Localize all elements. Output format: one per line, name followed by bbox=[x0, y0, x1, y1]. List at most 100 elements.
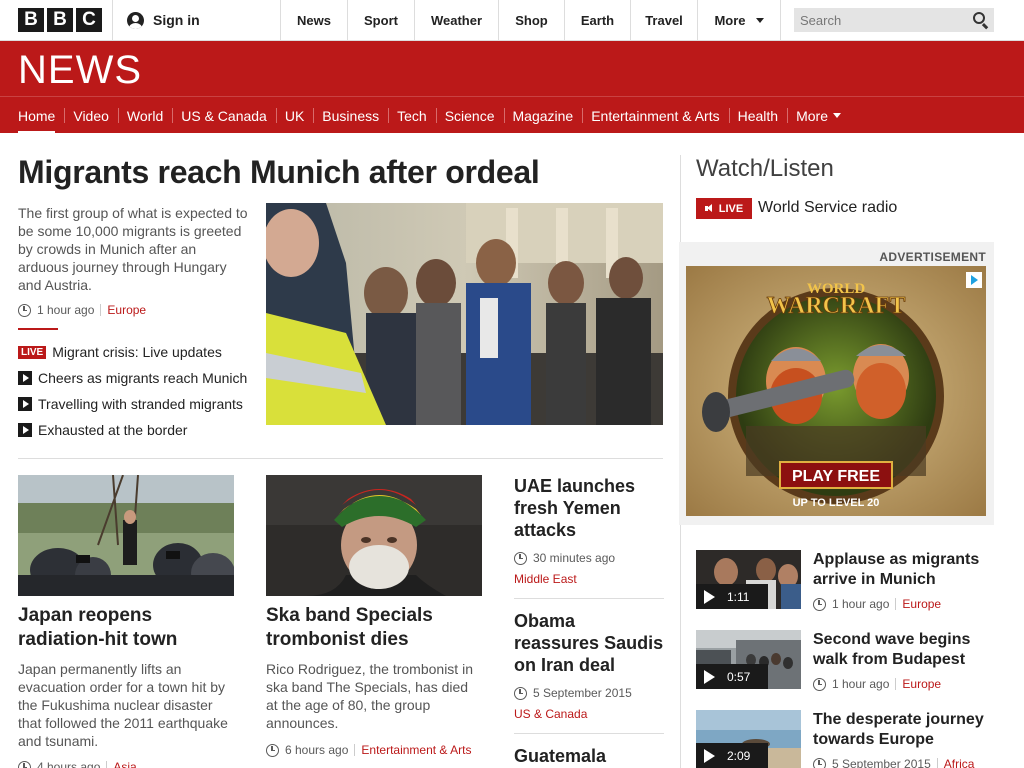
uae-story-title[interactable]: UAE launches fresh Yemen attacks bbox=[514, 475, 664, 541]
top-story-image[interactable] bbox=[266, 203, 663, 425]
side-video-item[interactable]: 0:57 Second wave begins walk from Budape… bbox=[696, 630, 996, 691]
top-nav-label: News bbox=[297, 12, 331, 28]
search-input[interactable] bbox=[794, 8, 959, 32]
top-nav-sport[interactable]: Sport bbox=[347, 0, 414, 40]
top-nav-weather[interactable]: Weather bbox=[414, 0, 498, 40]
section-tab-uk[interactable]: UK bbox=[275, 97, 313, 134]
duration: 1:11 bbox=[727, 589, 750, 604]
divider bbox=[514, 598, 664, 599]
section-tab-more[interactable]: More bbox=[787, 97, 850, 134]
ska-story-title[interactable]: Ska band Specials trombonist dies bbox=[266, 604, 482, 652]
clock-icon bbox=[813, 597, 826, 611]
category-link[interactable]: Middle East bbox=[514, 572, 577, 586]
category-link[interactable]: Europe bbox=[902, 677, 941, 691]
play-icon bbox=[18, 397, 32, 411]
side-video-thumbnail[interactable]: 1:11 bbox=[696, 550, 801, 609]
category-link[interactable]: Africa bbox=[944, 757, 975, 768]
uae-story-category: Middle East bbox=[514, 572, 577, 586]
category-link[interactable]: Europe bbox=[902, 597, 941, 611]
ska-story-summary: Rico Rodriguez, the trombonist in ska ba… bbox=[266, 661, 473, 731]
divider bbox=[106, 761, 108, 768]
top-nav-news[interactable]: News bbox=[280, 0, 347, 40]
speaker-icon bbox=[704, 204, 715, 213]
side-video-item[interactable]: 1:11 Applause as migrants arrive in Muni… bbox=[696, 550, 996, 611]
timestamp: 6 hours ago bbox=[285, 743, 349, 757]
category-link[interactable]: Asia bbox=[113, 760, 136, 768]
world-service-radio-link[interactable]: World Service radio bbox=[758, 199, 897, 217]
obama-story-title[interactable]: Obama reassures Saudis on Iran deal bbox=[514, 610, 664, 676]
divider bbox=[936, 758, 938, 768]
side-video-title[interactable]: Second wave begins walk from Budapest bbox=[813, 630, 1003, 670]
divider bbox=[18, 458, 663, 459]
top-story-headline[interactable]: Migrants reach Munich after ordeal bbox=[18, 154, 540, 191]
side-video-meta: 1 hour ago Europe bbox=[813, 677, 941, 691]
section-tab-world[interactable]: World bbox=[117, 97, 172, 134]
uae-story-meta: 30 minutes ago bbox=[514, 551, 615, 565]
video-duration-badge: 0:57 bbox=[696, 664, 768, 689]
section-tab-us-canada[interactable]: US & Canada bbox=[172, 97, 276, 134]
clock-icon bbox=[813, 677, 826, 691]
category-link[interactable]: Europe bbox=[107, 303, 146, 317]
side-video-thumbnail[interactable]: 2:09 bbox=[696, 710, 801, 768]
section-tab-business[interactable]: Business bbox=[313, 97, 388, 134]
guatemala-story-title[interactable]: Guatemala bbox=[514, 745, 664, 767]
sign-in-label: Sign in bbox=[153, 12, 200, 28]
play-icon bbox=[704, 589, 715, 604]
related-video-link[interactable]: Cheers as migrants reach Munich bbox=[18, 365, 247, 391]
section-tab-tech[interactable]: Tech bbox=[388, 97, 436, 134]
divider bbox=[354, 744, 356, 756]
live-radio-button[interactable]: LIVE bbox=[696, 198, 752, 219]
related-label: Migrant crisis: Live updates bbox=[52, 344, 222, 360]
news-header: NEWS Home Video World US & Canada UK Bus… bbox=[0, 41, 1024, 134]
section-navigation: Home Video World US & Canada UK Business… bbox=[0, 96, 1024, 134]
category-link[interactable]: US & Canada bbox=[514, 707, 587, 721]
category-link[interactable]: Entertainment & Arts bbox=[361, 743, 471, 757]
side-video-thumbnail[interactable]: 0:57 bbox=[696, 630, 801, 689]
side-video-title[interactable]: Applause as migrants arrive in Munich bbox=[813, 550, 1003, 590]
divider bbox=[18, 328, 58, 330]
timestamp: 4 hours ago bbox=[37, 760, 101, 768]
clock-icon bbox=[18, 303, 31, 317]
bbc-logo-letter: C bbox=[76, 8, 102, 32]
japan-story-summary: Japan permanently lifts an evacuation or… bbox=[18, 661, 228, 749]
watch-listen-heading: Watch/Listen bbox=[696, 155, 834, 182]
divider bbox=[895, 598, 897, 610]
chevron-down-icon bbox=[755, 17, 764, 23]
play-icon bbox=[704, 669, 715, 684]
japan-story-image[interactable] bbox=[18, 475, 234, 596]
sign-in-link[interactable]: Sign in bbox=[112, 0, 280, 40]
section-tab-science[interactable]: Science bbox=[435, 97, 504, 134]
search-icon[interactable] bbox=[973, 12, 985, 24]
play-icon bbox=[704, 748, 715, 763]
japan-story-title[interactable]: Japan reopens radiation-hit town bbox=[18, 604, 234, 652]
section-tab-magazine[interactable]: Magazine bbox=[503, 97, 583, 134]
section-tab-label: More bbox=[796, 107, 828, 124]
related-video-link[interactable]: Exhausted at the border bbox=[18, 417, 247, 443]
section-tab-home[interactable]: Home bbox=[9, 97, 64, 134]
timestamp: 1 hour ago bbox=[37, 303, 95, 317]
ska-story-image[interactable] bbox=[266, 475, 482, 596]
timestamp: 30 minutes ago bbox=[533, 551, 616, 565]
warcraft-ad-banner[interactable]: WORLD WARCRAFT PLAY FREE UP TO LEVEL 20 bbox=[686, 266, 986, 516]
top-nav-travel[interactable]: Travel bbox=[630, 0, 697, 40]
top-nav-label: Earth bbox=[580, 12, 615, 28]
timestamp: 5 September 2015 bbox=[832, 757, 931, 768]
related-video-link[interactable]: Travelling with stranded migrants bbox=[18, 391, 247, 417]
top-nav-more[interactable]: More bbox=[697, 0, 781, 40]
related-live-link[interactable]: LIVE Migrant crisis: Live updates bbox=[18, 339, 247, 365]
side-video-item[interactable]: 2:09 The desperate journey towards Europ… bbox=[696, 710, 996, 768]
side-video-title[interactable]: The desperate journey towards Europe bbox=[813, 710, 1003, 750]
top-story-summary: The first group of what is expected to b… bbox=[18, 205, 248, 293]
section-tab-health[interactable]: Health bbox=[728, 97, 787, 134]
news-logo[interactable]: NEWS bbox=[18, 48, 142, 93]
user-icon bbox=[127, 11, 144, 29]
top-nav-label: Sport bbox=[364, 12, 398, 28]
top-nav-earth[interactable]: Earth bbox=[564, 0, 630, 40]
bbc-logo[interactable]: B B C bbox=[18, 8, 102, 32]
top-nav-shop[interactable]: Shop bbox=[498, 0, 564, 40]
advertisement-label: ADVERTISEMENT bbox=[879, 250, 986, 264]
play-icon bbox=[18, 371, 32, 385]
section-tab-entertainment-arts[interactable]: Entertainment & Arts bbox=[582, 97, 728, 134]
section-tab-video[interactable]: Video bbox=[64, 97, 118, 134]
related-label: Travelling with stranded migrants bbox=[38, 396, 243, 412]
